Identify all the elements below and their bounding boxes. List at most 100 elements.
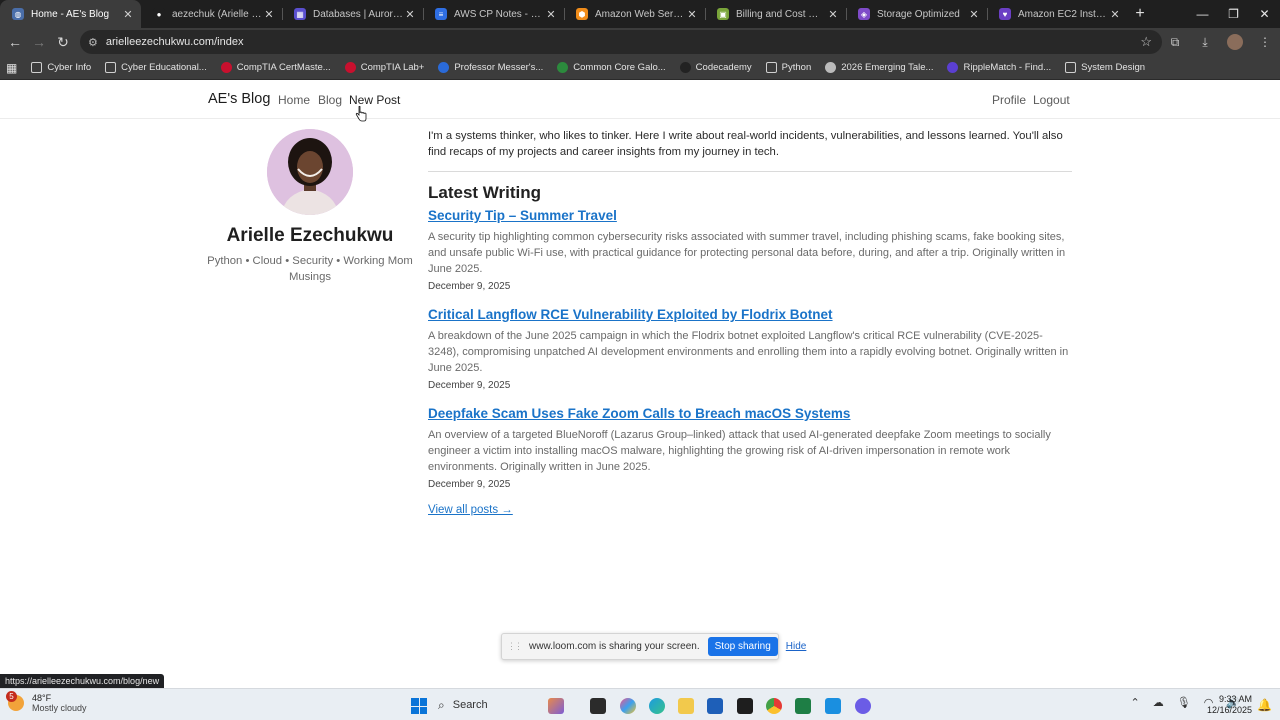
search-icon: ⌕: [438, 697, 445, 712]
weather-condition: Mostly cloudy: [32, 703, 87, 713]
tab-search-icon[interactable]: ⧉: [1160, 35, 1190, 50]
file-explorer-icon[interactable]: [678, 698, 694, 714]
chrome-browser-icon[interactable]: [766, 698, 782, 714]
hide-share-bar-button[interactable]: Hide: [786, 641, 807, 652]
discord-icon[interactable]: [855, 698, 871, 714]
bookmark-item[interactable]: 2026 Emerging Tale...: [825, 62, 933, 73]
folder-icon: [31, 62, 43, 73]
stop-sharing-button[interactable]: Stop sharing: [707, 637, 778, 656]
store-icon[interactable]: [707, 698, 723, 714]
apps-grid-icon[interactable]: ▦: [6, 61, 17, 75]
notification-bell-icon[interactable]: 🔔: [1257, 698, 1272, 712]
browser-tab[interactable]: ◍ Home - AE's Blog ✕: [0, 0, 141, 28]
bookmark-item[interactable]: Cyber Info: [31, 62, 91, 73]
bookmark-item[interactable]: Python: [765, 62, 811, 73]
nav-new-post-link[interactable]: New Post: [349, 93, 400, 107]
bookmark-item[interactable]: System Design: [1065, 62, 1145, 73]
edge-browser-icon[interactable]: [649, 698, 665, 714]
browser-tab[interactable]: ♥ Amazon EC2 Instance Comp✕: [987, 0, 1128, 28]
clock-time: 9:33 AM: [1218, 694, 1252, 704]
nav-blog-link[interactable]: Blog: [318, 93, 342, 107]
tray-overflow-chevron-icon[interactable]: ⌃: [1131, 696, 1140, 709]
new-tab-button[interactable]: +: [1128, 0, 1152, 28]
minimize-button[interactable]: —: [1187, 0, 1218, 28]
bookmark-list: Cyber Info Cyber Educational... CompTIA Ce…: [31, 62, 1159, 73]
post-title-link[interactable]: Critical Langflow RCE Vulnerability Expl…: [428, 306, 1073, 324]
tab-favicon-icon: ♥: [999, 8, 1011, 20]
site-info-icon[interactable]: ⚙: [88, 36, 98, 49]
bookmark-item[interactable]: Common Core Galo...: [557, 62, 666, 73]
site-favicon-icon: [947, 62, 959, 73]
reload-icon[interactable]: ↻: [51, 34, 75, 51]
browser-tab[interactable]: ● aezechuk (Arielle "Elle" Ez✕: [141, 0, 282, 28]
tab-close-icon[interactable]: ✕: [262, 8, 276, 21]
tab-title: Databases | Aurora and RDS: [313, 8, 403, 20]
windows-start-icon[interactable]: [411, 698, 427, 714]
post-date: December 9, 2025: [428, 380, 511, 391]
forward-arrow-icon[interactable]: →: [27, 34, 51, 50]
taskbar-clock[interactable]: 9:33 AM 12/16/2025: [1207, 694, 1252, 716]
bookmark-label: Cyber Educational...: [121, 62, 207, 73]
browser-tab[interactable]: ≡ AWS CP Notes - Google Docs✕: [423, 0, 564, 28]
tab-title: Home - AE's Blog: [31, 8, 110, 20]
menu-kebab-icon[interactable]: ⋮: [1250, 35, 1280, 49]
copilot-icon[interactable]: [620, 698, 636, 714]
task-view-icon[interactable]: [590, 698, 606, 714]
bookmark-label: Cyber Info: [47, 62, 92, 73]
folder-icon: [1065, 62, 1077, 73]
restore-button[interactable]: ❐: [1218, 0, 1249, 28]
bookmark-item[interactable]: RippleMatch - Find...: [947, 62, 1051, 73]
post-description: An overview of a targeted BlueNoroff (La…: [428, 429, 1051, 473]
post-date: December 9, 2025: [428, 281, 511, 292]
folder-icon: [105, 62, 117, 73]
tab-close-icon[interactable]: ✕: [967, 8, 981, 21]
address-bar[interactable]: ⚙ arielleezechukwu.com/index ☆: [80, 30, 1162, 54]
nav-home-link[interactable]: Home: [278, 93, 310, 107]
weather-temperature: 48°F: [32, 693, 52, 703]
view-all-posts-link[interactable]: View all posts →: [428, 504, 513, 516]
bookmark-star-icon[interactable]: ☆: [1140, 34, 1152, 50]
nav-logout-link[interactable]: Logout: [1033, 93, 1070, 107]
terminal-icon[interactable]: [737, 698, 753, 714]
site-favicon-icon: [557, 62, 569, 73]
site-favicon-icon: [220, 62, 232, 73]
post-title-link[interactable]: Security Tip – Summer Travel: [428, 207, 1073, 225]
profile-name: Arielle Ezechukwu: [226, 225, 394, 246]
tab-title: AWS CP Notes - Google Docs: [454, 8, 544, 20]
tab-close-icon[interactable]: ✕: [1108, 8, 1122, 21]
bookmark-label: Common Core Galo...: [573, 62, 666, 73]
hand-cursor-icon: [355, 106, 367, 122]
post-item: Security Tip – Summer Travel A security …: [428, 207, 1073, 292]
profile-avatar-icon[interactable]: [1227, 34, 1243, 50]
excel-icon[interactable]: [795, 698, 811, 714]
weather-widget[interactable]: 5 48°F Mostly cloudy: [6, 691, 87, 713]
bookmark-item[interactable]: Cyber Educational...: [105, 62, 207, 73]
onedrive-icon[interactable]: ☁: [1153, 696, 1164, 709]
tab-close-icon[interactable]: ✕: [403, 8, 417, 21]
browser-tab[interactable]: ⬢ Amazon Web Services Sign-In✕: [564, 0, 705, 28]
bookmark-item[interactable]: Professor Messer's...: [438, 62, 543, 73]
tab-close-icon[interactable]: ✕: [826, 8, 840, 21]
bookmark-item[interactable]: CompTIA CertMaste...: [220, 62, 331, 73]
tab-close-icon[interactable]: ✕: [121, 8, 135, 21]
download-icon[interactable]: ⤓: [1190, 35, 1220, 50]
tab-close-icon[interactable]: ✕: [685, 8, 699, 21]
close-window-button[interactable]: ✕: [1249, 0, 1280, 28]
site-brand[interactable]: AE's Blog: [208, 91, 270, 107]
site-favicon-icon: [438, 62, 450, 73]
browser-tab[interactable]: ▦ Databases | Aurora and RDS✕: [282, 0, 423, 28]
drag-handle-icon[interactable]: ⋮⋮: [507, 641, 523, 652]
profile-photo: [267, 129, 353, 215]
vscode-icon[interactable]: [825, 698, 841, 714]
nav-profile-link[interactable]: Profile: [992, 93, 1026, 107]
back-arrow-icon[interactable]: ←: [3, 34, 27, 50]
bookmark-item[interactable]: CompTIA Lab+: [344, 62, 424, 73]
bookmark-item[interactable]: Codecademy: [679, 62, 752, 73]
post-title-link[interactable]: Deepfake Scam Uses Fake Zoom Calls to Br…: [428, 405, 1073, 423]
tab-close-icon[interactable]: ✕: [544, 8, 558, 21]
browser-tab[interactable]: ▣ Billing and Cost Managemen✕: [705, 0, 846, 28]
tab-strip: ◍ Home - AE's Blog ✕ ● aezechuk (Arielle "El…: [0, 0, 1128, 28]
search-highlight-icon[interactable]: [548, 698, 564, 714]
browser-tab[interactable]: ◈ Storage Optimized ✕: [846, 0, 987, 28]
microphone-icon[interactable]: 🎙: [1177, 696, 1191, 709]
